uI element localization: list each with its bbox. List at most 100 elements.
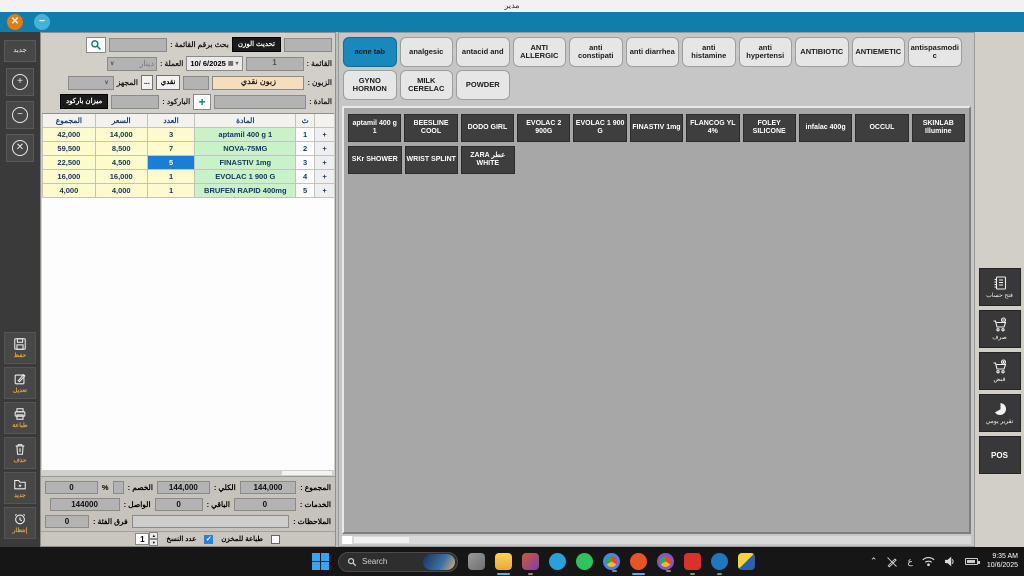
product-button[interactable]: FOLEY SILICONE bbox=[743, 114, 796, 142]
tab-analgesic[interactable]: analgesic bbox=[400, 37, 454, 67]
product-button[interactable]: SKINLAB Illumine bbox=[912, 114, 965, 142]
cell-price[interactable]: 14,000 bbox=[95, 128, 147, 141]
product-button[interactable]: FLANCOG YL 4% bbox=[686, 114, 739, 142]
taskbar-clock[interactable]: 9:35 AM 10/6/2025 bbox=[987, 553, 1018, 570]
tab-antihistamine[interactable]: anti histamine bbox=[682, 37, 736, 67]
tab-antidiarrhea[interactable]: anti diarrhea bbox=[626, 37, 680, 67]
customer-field[interactable]: زبون نقدي bbox=[212, 76, 304, 90]
cell-item[interactable]: EVOLAC 1 900 G bbox=[194, 170, 295, 183]
row-add-button[interactable]: + bbox=[314, 184, 334, 197]
tab-antiallergic[interactable]: ANTI ALLERGIC bbox=[513, 37, 567, 67]
item-input[interactable] bbox=[214, 95, 306, 109]
receive-button[interactable]: قبض bbox=[979, 352, 1021, 390]
print-button[interactable]: طباعة bbox=[4, 402, 36, 434]
cell-qty[interactable]: 3 bbox=[147, 128, 195, 141]
discount-percent-field[interactable] bbox=[113, 481, 124, 494]
yellow-blue-app-icon[interactable] bbox=[738, 553, 755, 570]
dispense-button[interactable]: صرف bbox=[979, 310, 1021, 348]
close-icon[interactable]: ✕ bbox=[7, 14, 23, 30]
barcode-scale-button[interactable]: ميزان باركود bbox=[60, 94, 108, 109]
product-button[interactable]: DODO GIRL bbox=[461, 114, 514, 142]
chrome-icon[interactable] bbox=[603, 553, 620, 570]
print-store-checkbox[interactable] bbox=[271, 535, 280, 544]
weight-field[interactable] bbox=[284, 38, 332, 52]
search-list-input[interactable] bbox=[109, 38, 167, 52]
cash-button[interactable]: نقدي bbox=[156, 75, 181, 90]
tab-antispasmodic[interactable]: antispasmodic bbox=[908, 37, 962, 67]
row-add-button[interactable]: + bbox=[314, 156, 334, 169]
cell-qty-selected[interactable]: 5 bbox=[147, 156, 195, 169]
list-number-field[interactable]: 1 bbox=[246, 57, 304, 71]
cell-item[interactable]: FINASTIV 1mg bbox=[194, 156, 295, 169]
date-picker[interactable]: 10/ 6/2025 ▦ ▾ bbox=[186, 56, 242, 71]
product-button[interactable]: EVOLAC 2 900G bbox=[517, 114, 570, 142]
photos-icon[interactable] bbox=[522, 553, 539, 570]
row-add-button[interactable]: + bbox=[314, 170, 334, 183]
copies-stepper[interactable]: 1 ▲▼ bbox=[135, 532, 158, 546]
tab-powder[interactable]: POWDER bbox=[456, 70, 510, 100]
table-row-selected[interactable]: + 3 FINASTIV 1mg 5 4,500 22,500 bbox=[42, 156, 334, 170]
telegram-alt-icon[interactable] bbox=[711, 553, 728, 570]
currency-select[interactable]: دينار ∨ bbox=[107, 57, 157, 71]
table-row[interactable]: + 5 BRUFEN RAPID 400mg 1 4,000 4,000 bbox=[42, 184, 334, 198]
supplier-select[interactable]: ∨ bbox=[68, 76, 114, 90]
red-app-icon[interactable] bbox=[684, 553, 701, 570]
cell-price[interactable]: 16,000 bbox=[95, 170, 147, 183]
tab-anticonstipati[interactable]: anti constipati bbox=[569, 37, 623, 67]
tab-gyno-hormon[interactable]: GYNO HORMON bbox=[343, 70, 397, 100]
cell-item[interactable]: BRUFEN RAPID 400mg bbox=[194, 184, 295, 197]
tab-antiemetic[interactable]: ANTIEMETIC bbox=[852, 37, 906, 67]
telegram-icon[interactable] bbox=[549, 553, 566, 570]
increase-button[interactable]: + bbox=[6, 68, 34, 96]
cell-price[interactable]: 8,500 bbox=[95, 142, 147, 155]
whatsapp-icon[interactable] bbox=[576, 553, 593, 570]
brave-icon[interactable] bbox=[630, 553, 647, 570]
tab-milk-cerelac[interactable]: MILK CERELAC bbox=[400, 70, 454, 100]
cell-qty[interactable]: 7 bbox=[147, 142, 195, 155]
pen-disabled-icon[interactable] bbox=[886, 556, 898, 568]
tab-acne[interactable]: acne tab bbox=[343, 37, 397, 67]
new-button[interactable]: جديد bbox=[4, 40, 36, 62]
discount-value[interactable]: 0 bbox=[45, 481, 98, 494]
notes-input[interactable] bbox=[132, 515, 289, 528]
row-add-button[interactable]: + bbox=[314, 128, 334, 141]
product-button[interactable]: aptamil 400 g 1 bbox=[348, 114, 401, 142]
cell-item[interactable]: NOVA-75MG bbox=[194, 142, 295, 155]
product-button[interactable]: OCCUL bbox=[855, 114, 908, 142]
search-highlight-image[interactable] bbox=[423, 554, 455, 570]
save-button[interactable]: حفظ bbox=[4, 332, 36, 364]
hold-button[interactable]: إنتظار bbox=[4, 507, 36, 539]
decrease-button[interactable]: − bbox=[6, 101, 34, 129]
product-button[interactable]: ZARA عطر WHITE bbox=[461, 146, 515, 174]
tab-antacid[interactable]: antacid and bbox=[456, 37, 510, 67]
barcode-input[interactable] bbox=[111, 95, 159, 109]
search-button[interactable] bbox=[86, 37, 106, 53]
file-explorer-icon[interactable] bbox=[495, 553, 512, 570]
customer-extra-field[interactable] bbox=[183, 76, 209, 90]
product-button[interactable]: WRIST SPLINT bbox=[405, 146, 459, 174]
daily-report-button[interactable]: تقرير يومي bbox=[979, 394, 1021, 432]
product-button[interactable]: FINASTIV 1mg bbox=[630, 114, 683, 142]
language-indicator[interactable]: ع bbox=[907, 556, 912, 567]
wifi-icon[interactable] bbox=[922, 556, 935, 567]
table-row[interactable]: + 2 NOVA-75MG 7 8,500 59,500 bbox=[42, 142, 334, 156]
products-horizontal-scrollbar[interactable] bbox=[342, 536, 971, 544]
delete-button[interactable]: حذف bbox=[4, 437, 36, 469]
cell-item[interactable]: aptamil 400 g 1 bbox=[194, 128, 295, 141]
table-row[interactable]: + 4 EVOLAC 1 900 G 1 16,000 16,000 bbox=[42, 170, 334, 184]
table-row[interactable]: + 1 aptamil 400 g 1 3 14,000 42,000 bbox=[42, 128, 334, 142]
task-view-icon[interactable] bbox=[468, 553, 485, 570]
product-button[interactable]: infalac 400g bbox=[799, 114, 852, 142]
minimize-icon[interactable]: − bbox=[34, 14, 50, 30]
edit-button[interactable]: تعديل bbox=[4, 367, 36, 399]
tab-antibiotic[interactable]: ANTIBIOTIC bbox=[795, 37, 849, 67]
start-button[interactable] bbox=[312, 553, 330, 571]
product-button[interactable]: SKr SHOWER bbox=[348, 146, 402, 174]
open-account-button[interactable]: فتح حساب bbox=[979, 268, 1021, 306]
battery-icon[interactable] bbox=[965, 558, 978, 565]
chrome-profile-icon[interactable] bbox=[657, 553, 674, 570]
cell-qty[interactable]: 1 bbox=[147, 184, 195, 197]
add-item-icon[interactable]: + bbox=[193, 94, 211, 110]
speaker-icon[interactable] bbox=[944, 556, 956, 567]
taskbar-search[interactable]: Search bbox=[338, 552, 458, 572]
